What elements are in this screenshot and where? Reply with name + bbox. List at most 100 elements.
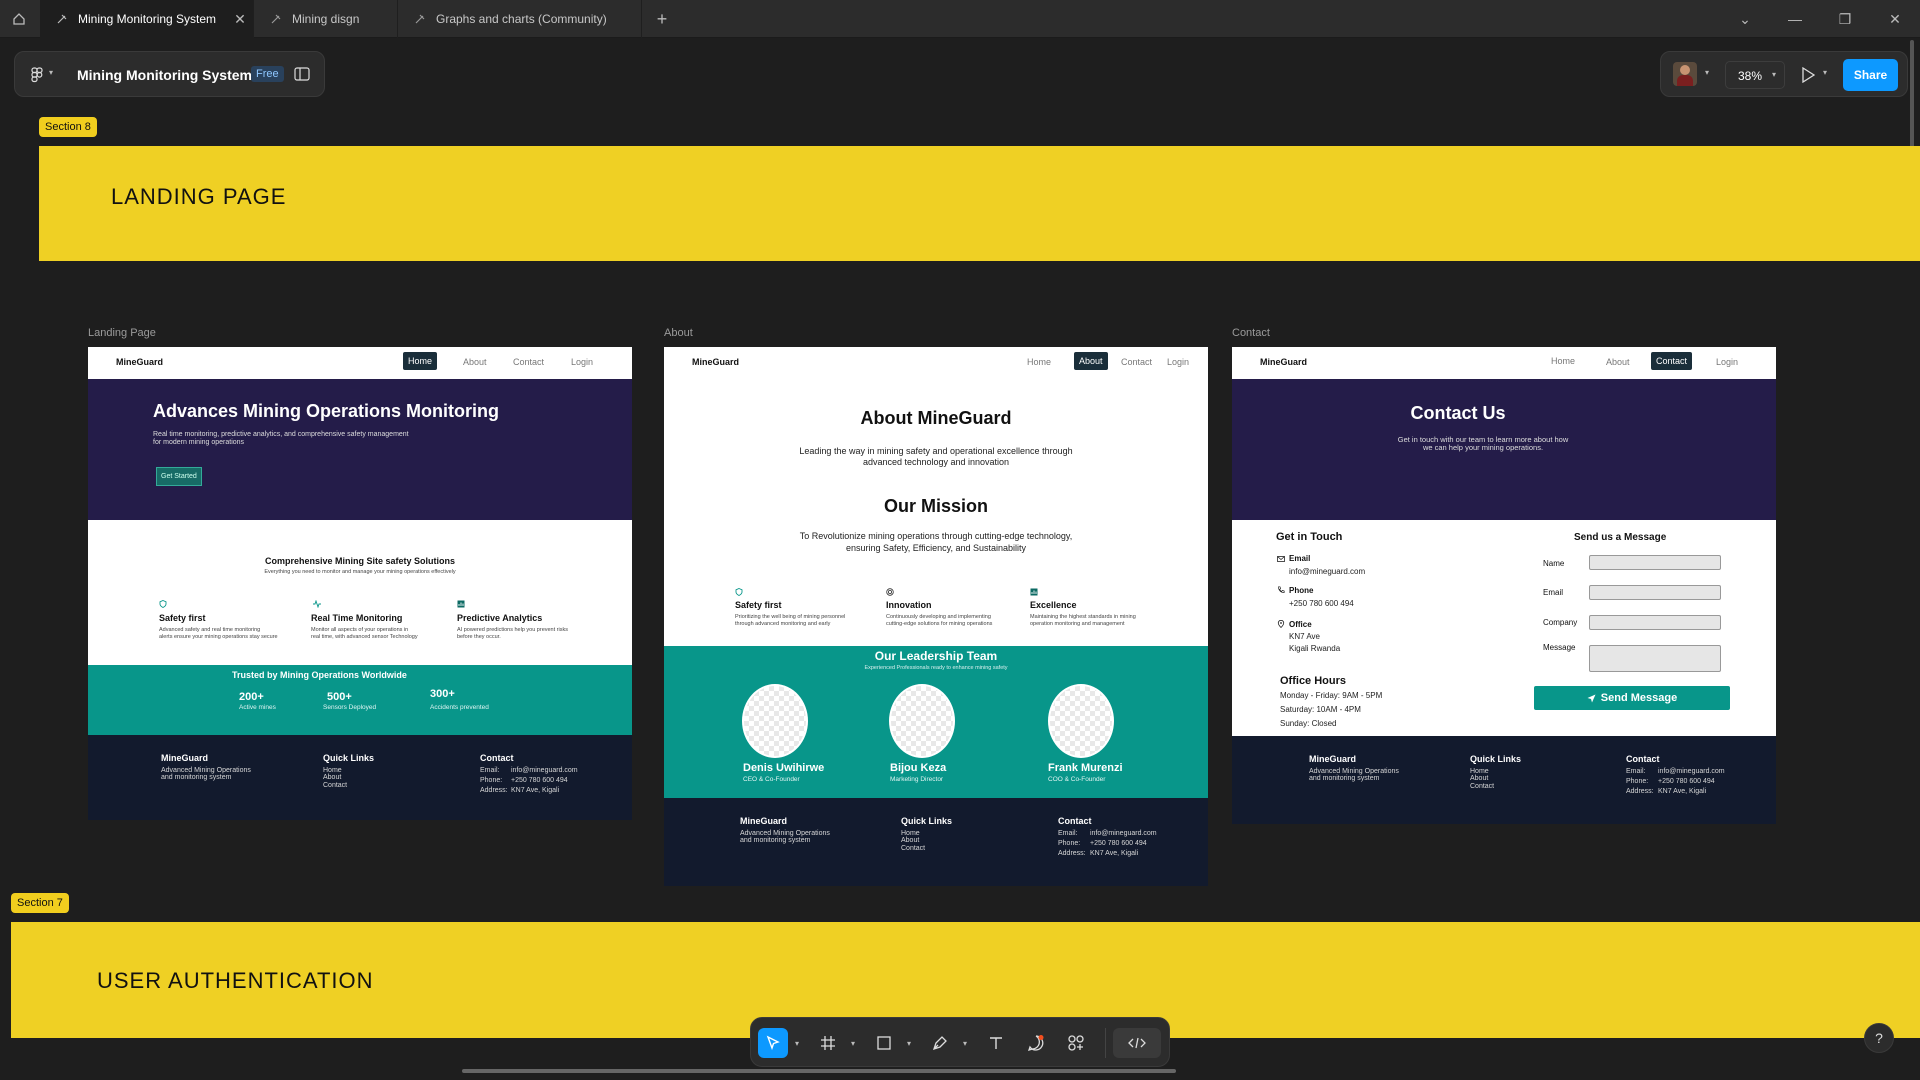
office-line: KN7 Ave [1289, 632, 1320, 641]
nav-home[interactable]: Home [1551, 355, 1575, 367]
chevron-down-icon[interactable]: ⌄ [1722, 0, 1768, 38]
comment-icon[interactable] [1021, 1028, 1051, 1058]
target-icon [886, 588, 894, 596]
text-tool-icon[interactable] [981, 1028, 1011, 1058]
company-field[interactable] [1589, 615, 1721, 630]
nav-about[interactable]: About [1606, 356, 1630, 368]
brand-logo: MineGuard [692, 357, 740, 367]
dev-mode-icon[interactable] [1113, 1028, 1161, 1058]
section-label[interactable]: Section 8 [39, 117, 97, 137]
file-panel: ▾ Mining Monitoring System Free [14, 51, 325, 97]
feature-desc: alerts ensure your mining operations sta… [159, 634, 278, 640]
team-section: Our Leadership Team Experienced Professi… [664, 646, 1208, 798]
file-icon [415, 14, 425, 24]
send-message-button[interactable]: Send Message [1534, 686, 1730, 710]
footer-link[interactable]: Contact [323, 781, 347, 790]
panel-icon[interactable] [294, 67, 310, 81]
footer-desc: and monitoring system [161, 774, 232, 781]
contact-frame[interactable]: MineGuard Home About Contact Login Conta… [1232, 347, 1776, 824]
feature-desc: real time, with advanced sensor Technolo… [311, 634, 418, 640]
nav-contact[interactable]: Contact [1651, 352, 1693, 370]
pen-tool-icon[interactable] [925, 1028, 955, 1058]
get-in-touch-title: Get in Touch [1276, 531, 1343, 543]
nav-contact[interactable]: Contact [513, 356, 544, 368]
zoom-value: 38% [1738, 69, 1763, 83]
chevron-down-icon[interactable]: ▾ [963, 1039, 967, 1048]
member-name: Bijou Keza [890, 762, 947, 774]
chevron-down-icon[interactable]: ▾ [1705, 68, 1709, 77]
window-close-icon[interactable]: ✕ [1872, 0, 1918, 38]
feature-desc: Advanced safety and real time monitoring [159, 627, 261, 633]
footer-link[interactable]: Contact [1470, 782, 1494, 791]
avatar [742, 684, 808, 758]
chevron-down-icon[interactable]: ▾ [795, 1039, 799, 1048]
frame-tool-icon[interactable] [813, 1028, 843, 1058]
nav-about[interactable]: About [463, 356, 487, 368]
frame-title[interactable]: Landing Page [88, 327, 156, 339]
footer-link[interactable]: Contact [901, 844, 925, 853]
nav-contact[interactable]: Contact [1121, 356, 1152, 368]
play-icon[interactable] [1801, 67, 1815, 83]
email-value[interactable]: info@mineguard.com [1289, 567, 1365, 576]
frame-title[interactable]: Contact [1232, 327, 1270, 339]
nav-about[interactable]: About [1074, 352, 1108, 370]
avatar[interactable] [1673, 62, 1697, 86]
plan-badge[interactable]: Free [251, 66, 284, 82]
restore-icon[interactable]: ❐ [1822, 0, 1868, 38]
chevron-down-icon[interactable]: ▾ [49, 68, 53, 77]
file-name[interactable]: Mining Monitoring System [77, 67, 252, 83]
brand-logo: MineGuard [1260, 357, 1308, 367]
mission-text: ensuring Safety, Efficiency, and Sustain… [845, 543, 1027, 553]
new-tab-icon[interactable]: + [642, 0, 682, 38]
footer-contact-value: +250 780 600 494 [1658, 778, 1715, 785]
actions-icon[interactable] [1061, 1028, 1091, 1058]
page-subtitle: advanced technology and innovation [862, 457, 1010, 467]
footer-brand: MineGuard [1309, 754, 1357, 764]
about-frame[interactable]: MineGuard Home About Contact Login About… [664, 347, 1208, 886]
office-hours-title: Office Hours [1280, 675, 1347, 687]
tab-graphs-and-charts[interactable]: Graphs and charts (Community) [398, 0, 642, 38]
zoom-control[interactable]: 38% ▾ [1725, 61, 1785, 89]
help-icon[interactable]: ? [1864, 1023, 1894, 1053]
landing-frame[interactable]: MineGuard Home About Contact Login Advan… [88, 347, 632, 820]
nav-login[interactable]: Login [1716, 356, 1738, 368]
nav-home[interactable]: Home [403, 352, 438, 370]
footer-contact-key: Email: [1058, 830, 1078, 837]
member-role: CEO & Co-Founder [743, 776, 800, 783]
home-icon[interactable] [0, 0, 38, 38]
section-band[interactable]: LANDING PAGE [39, 146, 1920, 261]
minimize-icon[interactable]: — [1772, 0, 1818, 38]
section-label[interactable]: Section 7 [11, 893, 69, 913]
share-button[interactable]: Share [1843, 59, 1898, 91]
frame-title[interactable]: About [664, 327, 693, 339]
nav-login[interactable]: Login [1167, 356, 1189, 368]
get-started-button[interactable]: Get Started [156, 467, 202, 486]
tab-mining-disgn[interactable]: Mining disgn [254, 0, 398, 38]
rectangle-tool-icon[interactable] [869, 1028, 899, 1058]
nav-login[interactable]: Login [571, 356, 593, 368]
horizontal-scrollbar[interactable] [462, 1069, 1176, 1073]
chevron-down-icon[interactable]: ▾ [1823, 68, 1827, 77]
close-icon[interactable]: ✕ [234, 11, 246, 28]
nav-home[interactable]: Home [1027, 356, 1051, 368]
name-field[interactable] [1589, 555, 1721, 570]
form-label: Company [1543, 618, 1578, 627]
phone-label: Phone [1289, 586, 1314, 595]
avatar [1048, 684, 1114, 758]
tab-mining-monitoring-system[interactable]: Mining Monitoring System ✕ [40, 0, 254, 38]
form-title: Send us a Message [1574, 532, 1667, 543]
footer-links-title: Quick Links [1470, 754, 1522, 764]
message-field[interactable] [1589, 645, 1721, 672]
send-label: Send Message [1600, 692, 1678, 704]
email-field[interactable] [1589, 585, 1721, 600]
page-title: About MineGuard [860, 408, 1012, 428]
feature-title: Safety first [159, 613, 206, 623]
tab-label: Graphs and charts (Community) [436, 12, 607, 26]
figma-menu-icon[interactable] [31, 67, 43, 83]
phone-value[interactable]: +250 780 600 494 [1289, 599, 1354, 608]
chevron-down-icon[interactable]: ▾ [907, 1039, 911, 1048]
chevron-down-icon[interactable]: ▾ [851, 1039, 855, 1048]
move-tool-icon[interactable] [758, 1028, 788, 1058]
form-label: Name [1543, 559, 1565, 568]
footer-contact-key: Phone: [1626, 778, 1649, 785]
